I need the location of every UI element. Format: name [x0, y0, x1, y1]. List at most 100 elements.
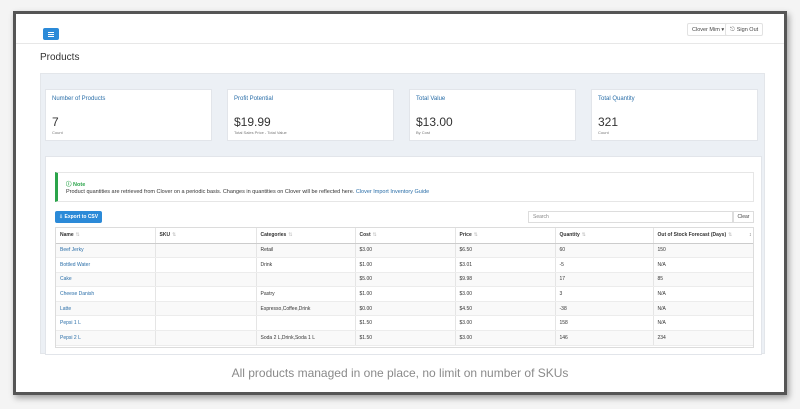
- table-cell: [155, 301, 257, 317]
- table-cell: N/A: [653, 301, 753, 317]
- table-row: Cake $5.00 $9.98 17 85: [56, 272, 753, 288]
- table-cell: 146: [555, 330, 654, 346]
- table-cell: Drink: [256, 257, 356, 273]
- table-row: Beef Jerky Retail $3.00 $6.50 60 150: [56, 243, 753, 259]
- table-cell: 3: [555, 286, 654, 302]
- column-header-label: SKU: [159, 232, 171, 239]
- stat-label: Profit Potential: [234, 96, 274, 102]
- sort-icon: ⇅: [372, 232, 377, 239]
- top-bar: Clover Mim ▾ ⎋ Sign Out: [16, 14, 784, 44]
- stat-value: $19.99: [234, 115, 271, 129]
- table-cell: N/A: [653, 315, 753, 332]
- stat-value: 321: [598, 115, 619, 129]
- table-cell: $3.01: [455, 257, 556, 273]
- product-name-link[interactable]: Bottled Water: [56, 257, 156, 273]
- table-cell: 17: [555, 272, 654, 288]
- table-cell: [256, 272, 356, 288]
- stat-sublabel: Count: [52, 130, 63, 135]
- table-cell: 234: [653, 330, 753, 346]
- stat-label: Number of Products: [52, 96, 106, 102]
- products-panel: ⓘ Note Product quantities are retrieved …: [45, 156, 762, 355]
- product-name-link[interactable]: Pepsi 2 L: [56, 330, 156, 346]
- table-cell: [256, 315, 356, 332]
- note-text: Product quantities are retrieved from Cl…: [66, 189, 355, 195]
- content-area: Number of Products 7 Count Profit Potent…: [40, 73, 765, 355]
- table-cell: $3.00: [455, 315, 556, 332]
- import-guide-link[interactable]: Clover Import Inventory Guide: [356, 189, 429, 195]
- stat-card-profit-potential: Profit Potential $19.99 Total Sales Pric…: [227, 89, 394, 141]
- hamburger-icon: [48, 31, 54, 37]
- product-name-link[interactable]: Beef Jerky: [56, 243, 156, 259]
- table-row: Latte Espresso,Coffee,Drink $0.00 $4.50 -38 N…: [56, 301, 753, 317]
- stat-card-number-of-products: Number of Products 7 Count: [45, 89, 212, 141]
- table-cell: [155, 243, 257, 259]
- screenshot-frame: Clover Mim ▾ ⎋ Sign Out Products Number o…: [13, 11, 787, 395]
- table-cell: [155, 286, 257, 302]
- column-header-label: Cost: [359, 232, 371, 239]
- note-body: Product quantities are retrieved from Cl…: [66, 189, 429, 195]
- column-header-label: Name: [60, 232, 74, 239]
- column-header-quantity[interactable]: Quantity ⇅: [555, 228, 654, 244]
- search-input[interactable]: [528, 211, 733, 223]
- export-icon: ⇩: [58, 214, 64, 220]
- stat-card-total-quantity: Total Quantity 321 Count: [591, 89, 758, 141]
- product-name-link[interactable]: Latte: [56, 301, 156, 317]
- table-cell: Pastry: [256, 286, 356, 302]
- caption: All products managed in one place, no li…: [231, 366, 569, 380]
- table-cell: [155, 272, 257, 288]
- table-cell: $4.50: [455, 301, 556, 317]
- sign-out-button[interactable]: ⎋ Sign Out: [725, 23, 764, 36]
- stat-card-total-value: Total Value $13.00 By Cost: [409, 89, 576, 141]
- menu-toggle-button[interactable]: [43, 28, 59, 40]
- info-icon: ⓘ: [66, 182, 72, 188]
- column-header-categories[interactable]: Categories ⇅: [256, 228, 356, 244]
- table-cell: $3.00: [455, 330, 556, 346]
- table-cell: Retail: [256, 243, 356, 259]
- table-cell: [155, 315, 257, 332]
- table-cell: 85: [653, 272, 753, 288]
- table-cell: -5: [555, 257, 654, 273]
- table-cell: $0.00: [355, 301, 456, 317]
- table-cell: 60: [555, 243, 654, 259]
- user-menu-button[interactable]: Clover Mim ▾: [687, 23, 730, 36]
- column-header-label: Categories: [260, 232, 287, 239]
- product-name-link[interactable]: Pepsi 1 L: [56, 315, 156, 332]
- stat-value: 7: [52, 115, 59, 129]
- table-cell: $6.50: [455, 243, 556, 259]
- table-cell: $3.00: [355, 243, 456, 259]
- column-header-label: Price: [459, 232, 472, 239]
- column-header-label: Quantity: [559, 232, 580, 239]
- sort-icon: ⇅: [473, 232, 478, 239]
- table-row: Pepsi 2 L Soda 2 L,Drink,Soda 1 L $1.50 $3.…: [56, 330, 753, 346]
- stat-label: Total Value: [416, 96, 446, 102]
- table-cell: Espresso,Coffee,Drink: [256, 301, 356, 317]
- table-cell: $9.98: [455, 272, 556, 288]
- clear-button[interactable]: Clear: [733, 211, 754, 223]
- table-cell: [155, 257, 257, 273]
- note-heading: ⓘ Note: [66, 180, 85, 188]
- export-label: Export to CSV: [64, 214, 99, 220]
- products-table: Name ⇅ SKU ⇅ Categories ⇅ Cost ⇅ Price ⇅ Quan…: [56, 228, 753, 346]
- column-header-sku[interactable]: SKU ⇅: [155, 228, 257, 244]
- table-cell: $1.00: [355, 286, 456, 302]
- product-name-link[interactable]: Cake: [56, 272, 156, 288]
- table-row: Bottled Water Drink $1.00 $3.01 -5 N/A: [56, 257, 753, 273]
- page-title: Products: [40, 52, 80, 63]
- stat-sublabel: By Cost: [416, 130, 431, 135]
- stat-sublabel: Total Sales Price - Total Value: [234, 130, 287, 135]
- column-header-out-of-stock-forecast[interactable]: Out of Stock Forecast (Days) ⇅ ↕: [653, 228, 753, 244]
- sort-icon: ⇅: [581, 232, 586, 239]
- stat-label: Total Quantity: [598, 96, 635, 102]
- table-cell: $5.00: [355, 272, 456, 288]
- table-header-row: Name ⇅ SKU ⇅ Categories ⇅ Cost ⇅ Price ⇅ Quan…: [56, 228, 753, 244]
- products-table-wrapper: Name ⇅ SKU ⇅ Categories ⇅ Cost ⇅ Price ⇅ Quan…: [55, 227, 754, 348]
- column-header-cost[interactable]: Cost ⇅: [355, 228, 456, 244]
- export-csv-button[interactable]: ⇩ Export to CSV: [55, 211, 102, 223]
- table-cell: N/A: [653, 257, 753, 273]
- note-callout: ⓘ Note Product quantities are retrieved …: [55, 172, 754, 202]
- column-header-price[interactable]: Price ⇅: [455, 228, 556, 244]
- table-cell: 158: [555, 315, 654, 332]
- sort-direction-icon: ↕: [749, 232, 752, 239]
- product-name-link[interactable]: Cheese Danish: [56, 286, 156, 302]
- column-header-name[interactable]: Name ⇅: [56, 228, 156, 244]
